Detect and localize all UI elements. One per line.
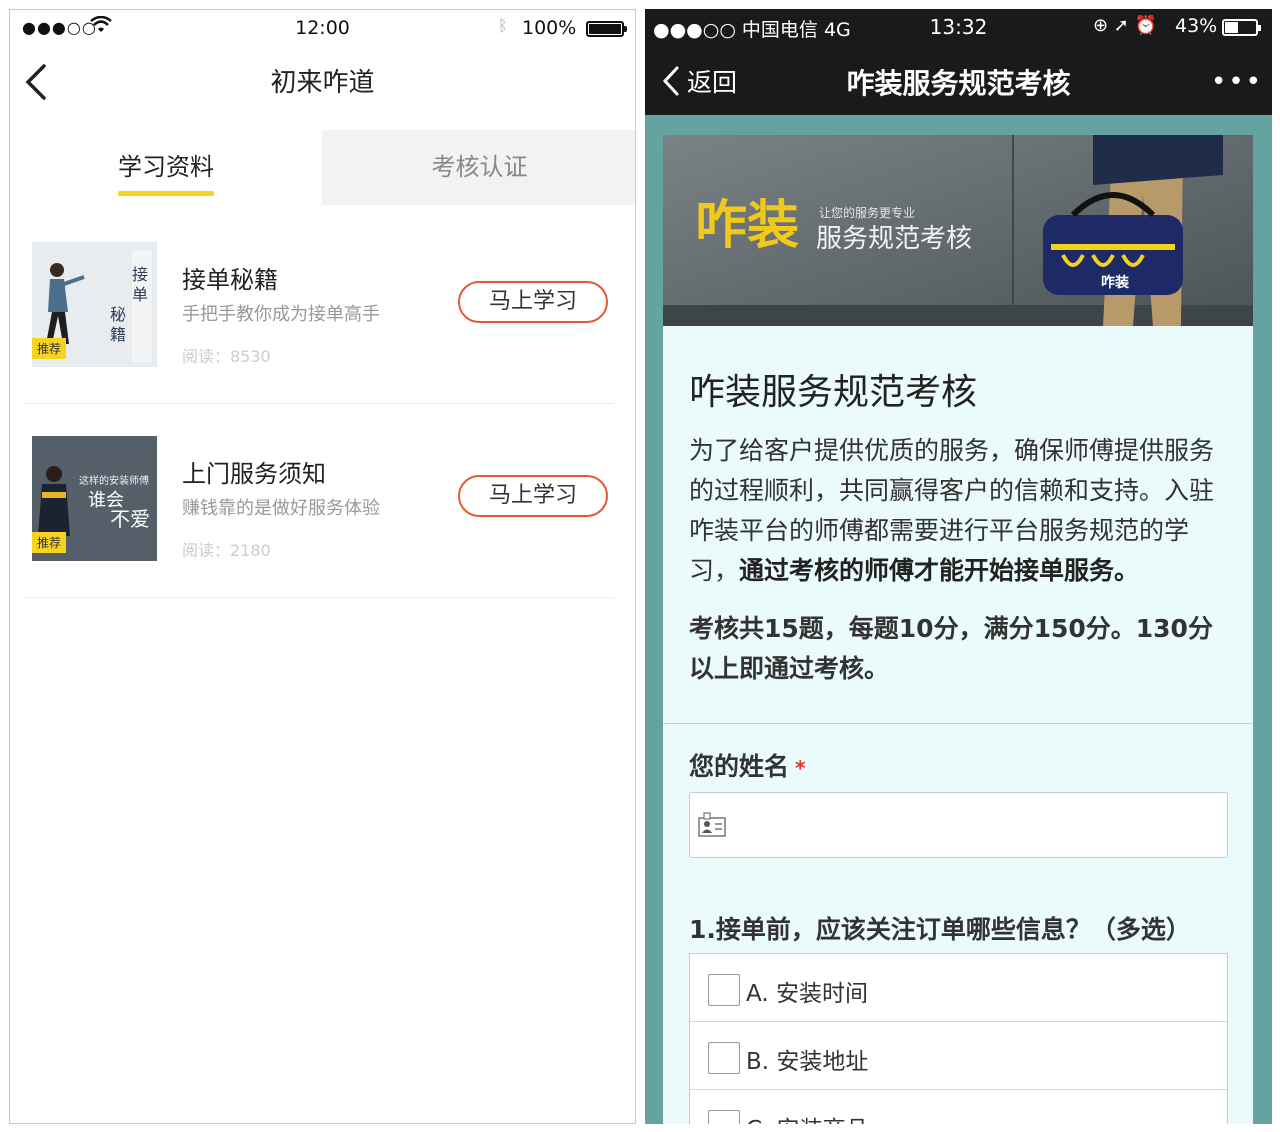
battery-icon xyxy=(586,21,627,37)
nav-bar: 返回 咋装服务规范考核 ••• xyxy=(645,45,1272,115)
form-intro: 为了给客户提供优质的服务，确保师傅提供服务的过程顺利，共同赢得客户的信赖和支持。… xyxy=(689,431,1234,591)
recommend-badge: 推荐 xyxy=(32,338,67,359)
form-card: 咋装 咋装 让您的服务更专业 服务规范考核 咋装服务规范考核 为了给客户提供优质… xyxy=(663,135,1253,1124)
checkbox[interactable] xyxy=(708,1110,740,1124)
name-label-text: 您的姓名 xyxy=(689,752,790,781)
bluetooth-icon: ᛒ xyxy=(498,16,508,35)
thumbnail-text-3: 不爱 xyxy=(110,507,150,531)
banner-brand: 咋装 xyxy=(695,196,799,256)
status-bar: ●●●○○ 中国电信 4G 13:32 ⊕ ➚ ⏰ 43% xyxy=(645,9,1272,45)
item-thumbnail: 这样的安装师傅 谁会 不爱 推荐 xyxy=(32,436,157,561)
option-install-product[interactable]: C. 安装商品 xyxy=(690,1090,1227,1124)
battery-percent: 43% xyxy=(1175,15,1218,37)
item-title: 接单秘籍 xyxy=(182,266,278,294)
bag-logo-text: 咋装 xyxy=(1101,274,1130,291)
item-title: 上门服务须知 xyxy=(182,460,326,488)
option-install-time[interactable]: A. 安装时间 xyxy=(690,954,1227,1022)
banner-subtitle: 服务规范考核 xyxy=(816,224,972,254)
study-now-button[interactable]: 马上学习 xyxy=(458,281,608,323)
question-1-options: A. 安装时间 B. 安装地址 C. 安装商品 xyxy=(689,953,1228,1124)
id-card-icon xyxy=(698,812,726,837)
intro-emphasis: 通过考核的师傅才能开始接单服务。 xyxy=(739,556,1140,585)
page-title: 咋装服务规范考核 xyxy=(846,67,1071,100)
study-now-button[interactable]: 马上学习 xyxy=(458,475,608,517)
tab-study-materials[interactable]: 学习资料 xyxy=(10,130,322,205)
right-phone-screen: ●●●○○ 中国电信 4G 13:32 ⊕ ➚ ⏰ 43% 返回 咋装服务规范考… xyxy=(645,9,1272,1124)
tab-label: 学习资料 xyxy=(118,153,214,181)
checkbox[interactable] xyxy=(708,1042,740,1074)
recommend-badge: 推荐 xyxy=(32,532,67,553)
item-read-count: 阅读：2180 xyxy=(182,541,271,560)
status-icons: ⊕ ➚ ⏰ xyxy=(1093,15,1158,36)
item-thumbnail: 接 单 秘 籍 推荐 xyxy=(32,242,157,367)
battery-icon xyxy=(1222,19,1261,36)
list-item[interactable]: 这样的安装师傅 谁会 不爱 推荐 上门服务须知 赚钱靠的是做好服务体验 阅读：2… xyxy=(24,404,614,598)
list-item[interactable]: 接 单 秘 籍 推荐 接单秘籍 手把手教你成为接单高手 阅读：8530 马上学习 xyxy=(24,210,614,404)
question-1-label: 1.接单前，应该关注订单哪些信息？（多选） xyxy=(689,915,1191,944)
battery-fill xyxy=(1225,22,1238,33)
tab-assessment[interactable]: 考核认证 xyxy=(322,130,635,205)
thumbnail-text-1: 这样的安装师傅 xyxy=(79,474,149,487)
more-menu-icon[interactable]: ••• xyxy=(1211,67,1263,97)
item-description: 赚钱靠的是做好服务体验 xyxy=(182,498,380,519)
battery-percent: 100% xyxy=(522,17,577,39)
name-input[interactable] xyxy=(689,792,1228,858)
assessment-rules: 考核共15题，每题10分，满分150分。130分以上即通过考核。 xyxy=(689,614,1213,683)
required-mark: * xyxy=(795,756,806,780)
option-label: C. 安装商品 xyxy=(746,1110,869,1124)
status-bar: ●●●○○ 12:00 ᛒ 100% xyxy=(10,10,635,46)
page-title: 初来咋道 xyxy=(270,68,375,98)
nav-bar: 初来咋道 xyxy=(10,48,635,116)
option-label: A. 安装时间 xyxy=(746,981,868,1007)
thumbnail-calligraphy-1: 接 xyxy=(132,265,148,284)
name-field-label: 您的姓名 * xyxy=(689,747,805,783)
banner-graphic: 咋装 咋装 让您的服务更专业 服务规范考核 xyxy=(663,135,1253,326)
item-read-count: 阅读：8530 xyxy=(182,347,271,366)
form-title: 咋装服务规范考核 xyxy=(689,372,978,413)
tab-bar: 学习资料 考核认证 xyxy=(10,130,635,205)
divider xyxy=(663,723,1253,724)
battery-fill xyxy=(589,24,621,34)
banner-tagline: 让您的服务更专业 xyxy=(819,205,915,220)
thumbnail-calligraphy-2: 单 xyxy=(132,285,148,304)
left-phone-screen: ●●●○○ 12:00 ᛒ 100% 初来咋道 学习资料 考核认证 接 单 秘 … xyxy=(9,9,636,1124)
option-label: B. 安装地址 xyxy=(746,1049,869,1075)
item-description: 手把手教你成为接单高手 xyxy=(182,304,380,325)
banner-image: 咋装 咋装 让您的服务更专业 服务规范考核 xyxy=(663,135,1253,326)
active-tab-indicator xyxy=(118,191,214,196)
thumbnail-calligraphy-4: 籍 xyxy=(110,325,126,344)
thumbnail-calligraphy-3: 秘 xyxy=(110,305,126,324)
option-install-address[interactable]: B. 安装地址 xyxy=(690,1022,1227,1090)
checkbox[interactable] xyxy=(708,974,740,1006)
